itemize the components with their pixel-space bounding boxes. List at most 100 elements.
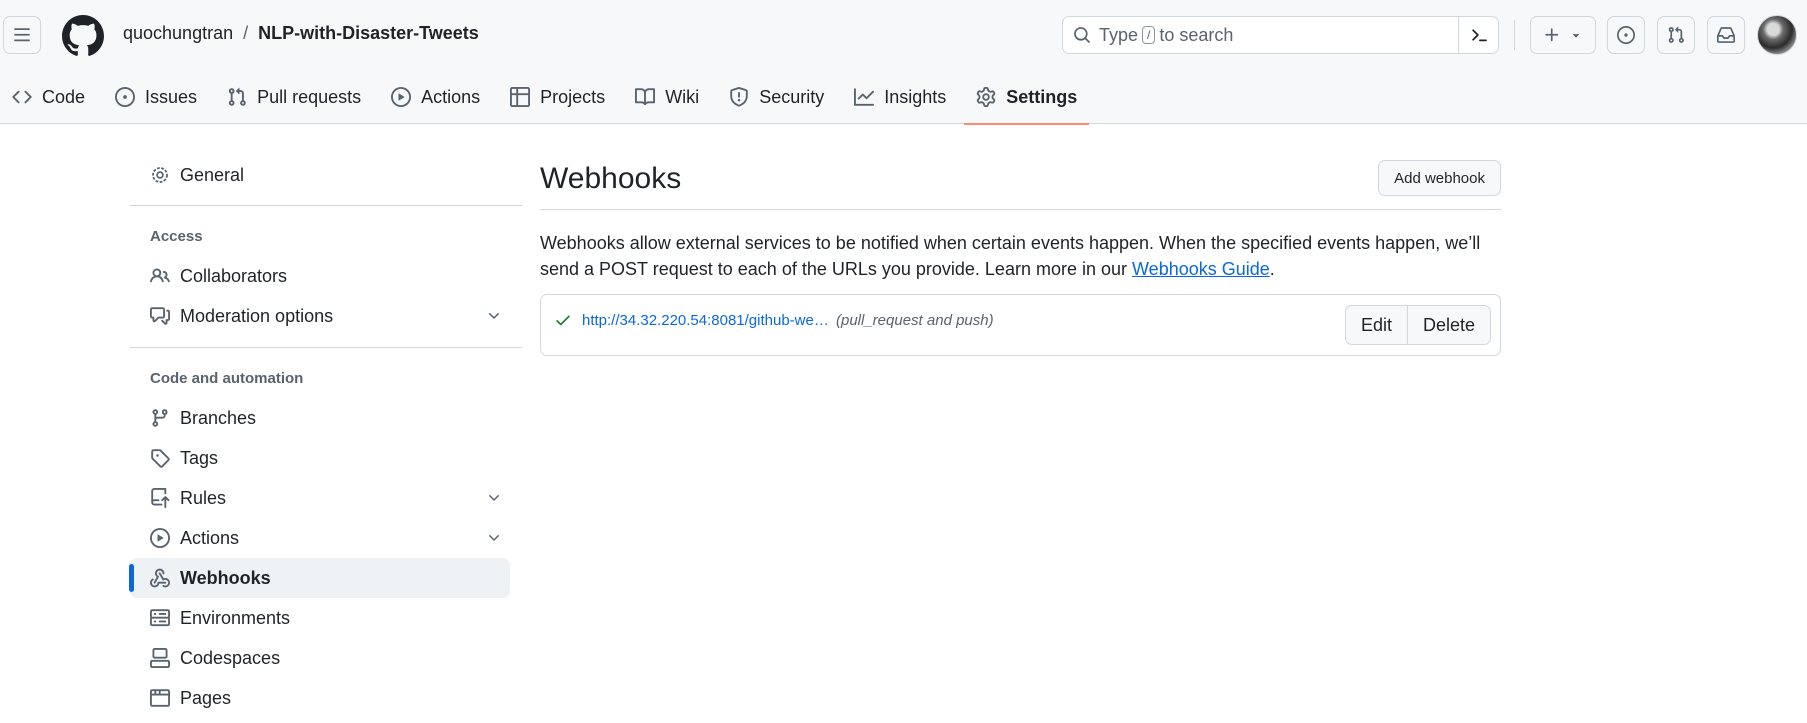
webhooks-panel: Webhooks Add webhook Webhooks allow exte… <box>540 158 1501 356</box>
webhooks-description: Webhooks allow external services to be n… <box>540 230 1505 282</box>
tab-issues[interactable]: Issues <box>103 70 209 124</box>
webhooks-guide-link[interactable]: Webhooks Guide <box>1132 259 1270 279</box>
sidebar-item-rules[interactable]: Rules <box>130 478 522 518</box>
search-icon <box>1074 27 1090 43</box>
tab-label: Security <box>759 86 825 107</box>
inbox-icon <box>1717 27 1735 43</box>
sidebar-item-label: Pages <box>180 687 232 708</box>
tab-label: Insights <box>884 86 947 107</box>
webhook-url-link[interactable]: http://34.32.220.54:8081/github-we… <box>582 312 829 329</box>
chevron-down-icon <box>489 313 499 319</box>
chevron-down-icon <box>489 535 499 541</box>
sidebar-item-label: Actions <box>180 527 240 548</box>
search-input[interactable]: Type / to search <box>1062 16 1499 54</box>
terminal-icon <box>1471 29 1487 42</box>
webhook-list-item: http://34.32.220.54:8081/github-we… (pul… <box>540 294 1501 356</box>
page-title: Webhooks <box>540 162 682 195</box>
plus-icon <box>1545 28 1559 42</box>
command-palette-button[interactable] <box>1458 17 1498 53</box>
delete-webhook-button[interactable]: Delete <box>1406 306 1490 344</box>
page-header: Webhooks Add webhook <box>540 158 1501 210</box>
sidebar-item-branches[interactable]: Branches <box>130 398 522 438</box>
tab-wiki[interactable]: Wiki <box>623 70 711 124</box>
repo-nav: Code Issues Pull requests Actions Projec… <box>0 70 1090 125</box>
create-new-button[interactable] <box>1530 16 1596 54</box>
description-period: . <box>1269 259 1275 279</box>
graph-icon <box>854 88 875 106</box>
table-icon <box>510 87 531 107</box>
inbox-button[interactable] <box>1707 16 1745 54</box>
people-icon <box>150 266 170 286</box>
webhook-events: (pull_request and push) <box>836 312 994 329</box>
tab-actions[interactable]: Actions <box>379 70 492 124</box>
tab-label: Projects <box>540 86 606 107</box>
owner-link[interactable]: quochungtran <box>123 23 233 44</box>
sidebar-item-label: Collaborators <box>180 265 288 286</box>
sidebar-item-tags[interactable]: Tags <box>130 438 522 478</box>
sidebar-item-label: Rules <box>180 487 227 508</box>
github-logo-icon[interactable] <box>62 15 104 57</box>
header-row: quochungtran / NLP-with-Disaster-Tweets … <box>0 0 1807 70</box>
sidebar-item-label: Branches <box>180 407 257 428</box>
gear-icon <box>150 165 170 185</box>
search-placeholder-suffix: to search <box>1159 24 1234 45</box>
sidebar-item-label: Codespaces <box>180 647 281 668</box>
sidebar-item-pages[interactable]: Pages <box>130 678 522 718</box>
tab-insights[interactable]: Insights <box>842 70 958 124</box>
sidebar-item-webhooks[interactable]: Webhooks <box>129 558 510 598</box>
sidebar-item-label: Tags <box>180 447 219 468</box>
issue-opened-icon <box>115 87 136 107</box>
tab-pull-requests[interactable]: Pull requests <box>215 70 373 124</box>
tab-label: Actions <box>421 86 481 107</box>
play-icon <box>391 87 412 107</box>
sidebar-item-label: General <box>180 164 245 185</box>
code-icon <box>12 90 32 104</box>
avatar[interactable] <box>1757 15 1797 55</box>
sidebar-item-collaborators[interactable]: Collaborators <box>130 256 522 296</box>
browser-icon <box>150 688 170 708</box>
sidebar-item-general[interactable]: General <box>130 155 522 195</box>
tag-icon <box>150 448 170 468</box>
breadcrumb: quochungtran / NLP-with-Disaster-Tweets <box>123 23 479 44</box>
tab-projects[interactable]: Projects <box>498 70 617 124</box>
sidebar-divider <box>130 205 522 206</box>
issue-opened-icon <box>1617 26 1635 44</box>
add-webhook-button[interactable]: Add webhook <box>1378 160 1501 196</box>
header-divider <box>1514 20 1515 50</box>
tab-security[interactable]: Security <box>717 70 836 124</box>
git-pull-request-icon <box>228 87 246 106</box>
play-icon <box>150 528 170 548</box>
repo-link[interactable]: NLP-with-Disaster-Tweets <box>258 23 479 44</box>
repo-push-icon <box>150 488 170 508</box>
sidebar-item-actions[interactable]: Actions <box>130 518 522 558</box>
shield-icon <box>730 87 748 107</box>
tab-settings[interactable]: Settings <box>964 70 1090 125</box>
breadcrumb-separator: / <box>243 23 249 43</box>
codespaces-icon <box>150 648 170 668</box>
sidebar-item-moderation-options[interactable]: Moderation options <box>130 296 522 336</box>
menu-button[interactable] <box>3 16 41 54</box>
search-shortcut-key: / <box>1142 26 1156 44</box>
pull-requests-button[interactable] <box>1657 16 1695 54</box>
tab-label: Issues <box>145 86 198 107</box>
tab-label: Settings <box>1006 86 1078 107</box>
search-placeholder-prefix: Type <box>1099 24 1139 45</box>
edit-webhook-button[interactable]: Edit <box>1346 306 1407 344</box>
hamburger-icon <box>14 28 30 42</box>
sidebar-heading-access: Access <box>150 227 203 245</box>
git-branch-icon <box>150 408 170 428</box>
sidebar-item-codespaces[interactable]: Codespaces <box>130 638 522 678</box>
tab-label: Code <box>42 86 86 107</box>
gear-icon <box>977 87 996 107</box>
tab-code[interactable]: Code <box>0 70 97 124</box>
sidebar-heading-code-automation: Code and automation <box>150 369 304 387</box>
global-header: quochungtran / NLP-with-Disaster-Tweets … <box>0 0 1807 125</box>
issues-button[interactable] <box>1607 16 1645 54</box>
sidebar-item-label: Environments <box>180 607 291 628</box>
tab-label: Pull requests <box>257 86 362 107</box>
server-icon <box>150 608 170 628</box>
settings-sidebar: General Access Collaborators Moderation … <box>129 155 522 718</box>
book-icon <box>635 88 656 106</box>
sidebar-item-environments[interactable]: Environments <box>130 598 522 638</box>
description-text: Webhooks allow external services to be n… <box>540 233 1481 279</box>
